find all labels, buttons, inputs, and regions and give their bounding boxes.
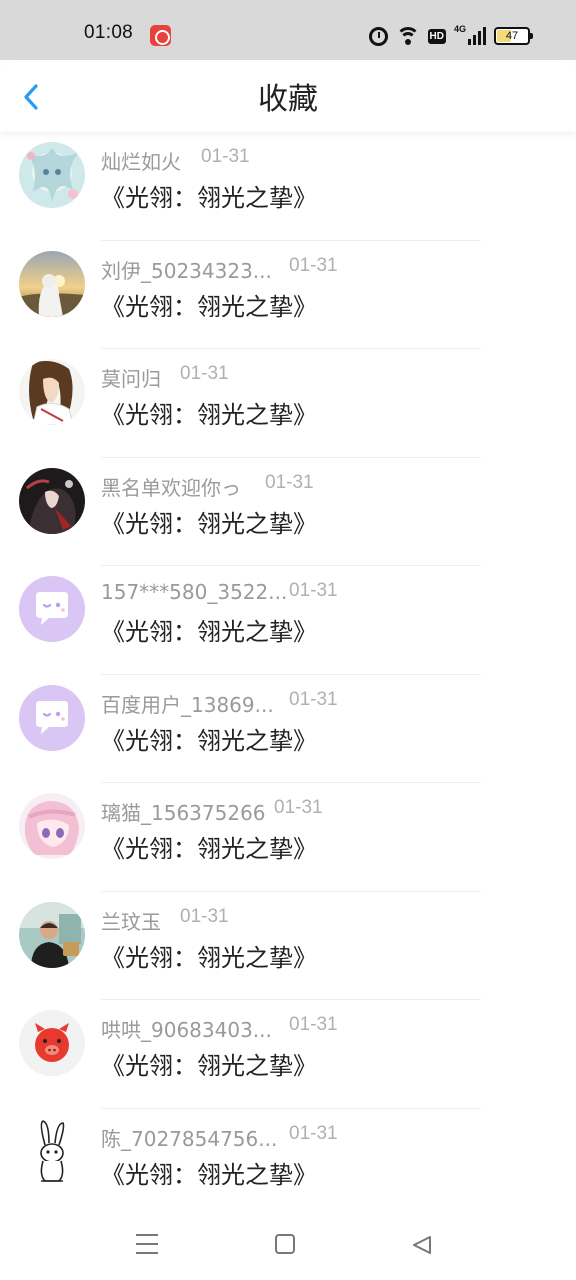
item-meta: 黑名单欢迎你っ 01-31 [101,472,314,500]
date: 01-31 [180,905,229,927]
date: 01-31 [289,1122,338,1144]
item-meta: 刘伊_50234323... 01-31 [101,255,338,283]
app-notification-icon [150,25,171,46]
date: 01-31 [289,580,338,601]
list-item[interactable]: 璃猫_156375266 01-31 《光翎：翎光之挚》 [0,783,576,892]
date: 01-31 [289,688,338,710]
favorites-screen: 01:08 HD 4G 47 收藏 灿烂如火 01-31 《光翎：翎光之挚》 刘… [0,0,576,1280]
list-item[interactable]: 陈_7027854756... 01-31 《光翎：翎光之挚》 [0,1109,576,1217]
menu-icon[interactable] [136,1234,158,1254]
list-item[interactable]: 灿烂如火 01-31 《光翎：翎光之挚》 [0,132,576,241]
hd-icon: HD [427,28,446,44]
avatar[interactable] [19,467,85,534]
date: 01-31 [180,363,229,384]
avatar[interactable] [19,793,85,859]
book-title[interactable]: 《光翎：翎光之挚》 [101,721,317,756]
date: 01-31 [289,254,338,276]
username[interactable]: 哄哄_90683403... [101,1018,272,1042]
book-title[interactable]: 《光翎：翎光之挚》 [101,1046,317,1081]
book-title[interactable]: 《光翎：翎光之挚》 [101,395,317,430]
alarm-icon [368,26,388,46]
battery-level: 47 [505,30,519,42]
list-item[interactable]: 刘伊_50234323... 01-31 《光翎：翎光之挚》 [0,241,576,349]
username[interactable]: 莫问归 [101,367,161,391]
status-time: 01:08 [84,22,134,43]
list-item[interactable]: 黑名单欢迎你っ 01-31 《光翎：翎光之挚》 [0,458,576,566]
avatar[interactable] [19,250,85,317]
avatar[interactable] [19,901,85,968]
avatar[interactable] [19,142,85,208]
item-meta: 璃猫_156375266 01-31 [101,797,323,825]
list-item[interactable]: 157***580_3522... 01-31 《光翎：翎光之挚》 [0,566,576,675]
item-meta: 哄哄_90683403... 01-31 [101,1014,338,1042]
item-meta: 百度用户_13869... 01-31 [101,689,338,717]
list-item[interactable]: 百度用户_13869... 01-31 《光翎：翎光之挚》 [0,675,576,783]
system-nav-bar [0,1208,576,1280]
username[interactable]: 百度用户_13869... [101,693,274,717]
item-meta: 兰玟玉 01-31 [101,906,229,934]
date: 01-31 [201,146,250,167]
username[interactable]: 157***580_3522... [101,580,287,604]
avatar[interactable] [19,1010,85,1076]
username[interactable]: 黑名单欢迎你っ [101,476,241,500]
back-triangle-icon[interactable] [410,1233,434,1257]
status-icons: HD 4G 47 [368,24,533,48]
battery-icon: 47 [494,27,533,45]
avatar[interactable] [19,576,85,642]
username[interactable]: 璃猫_156375266 [101,801,266,825]
status-bar: 01:08 HD 4G 47 [0,0,576,60]
item-meta: 灿烂如火 01-31 [101,146,250,174]
date: 01-31 [265,471,314,493]
header: 收藏 [0,60,576,132]
list-item[interactable]: 莫问归 01-31 《光翎：翎光之挚》 [0,349,576,458]
book-title[interactable]: 《光翎：翎光之挚》 [101,829,317,864]
date: 01-31 [274,797,323,818]
home-square-icon[interactable] [275,1234,295,1254]
wifi-icon [395,26,420,46]
list-item[interactable]: 兰玟玉 01-31 《光翎：翎光之挚》 [0,892,576,1000]
book-title[interactable]: 《光翎：翎光之挚》 [101,287,317,322]
book-title[interactable]: 《光翎：翎光之挚》 [101,178,317,213]
item-meta: 莫问归 01-31 [101,363,229,391]
avatar[interactable] [19,1118,85,1185]
date: 01-31 [289,1014,338,1035]
username[interactable]: 刘伊_50234323... [101,259,272,283]
item-meta: 陈_7027854756... 01-31 [101,1123,338,1151]
item-meta: 157***580_3522... 01-31 [101,580,338,606]
book-title[interactable]: 《光翎：翎光之挚》 [101,612,317,647]
avatar[interactable] [19,359,85,425]
username[interactable]: 兰玟玉 [101,910,161,934]
book-title[interactable]: 《光翎：翎光之挚》 [101,1155,317,1190]
signal-icon: 4G [454,24,486,45]
book-title[interactable]: 《光翎：翎光之挚》 [101,938,317,973]
page-title: 收藏 [258,82,318,117]
username[interactable]: 陈_7027854756... [101,1127,277,1151]
book-title[interactable]: 《光翎：翎光之挚》 [101,504,317,539]
favorites-list: 灿烂如火 01-31 《光翎：翎光之挚》 刘伊_50234323... 01-3 [0,132,576,1217]
network-type: 4G [454,24,467,34]
avatar[interactable] [19,684,85,751]
username[interactable]: 灿烂如火 [101,150,181,174]
list-item[interactable]: 哄哄_90683403... 01-31 《光翎：翎光之挚》 [0,1000,576,1109]
